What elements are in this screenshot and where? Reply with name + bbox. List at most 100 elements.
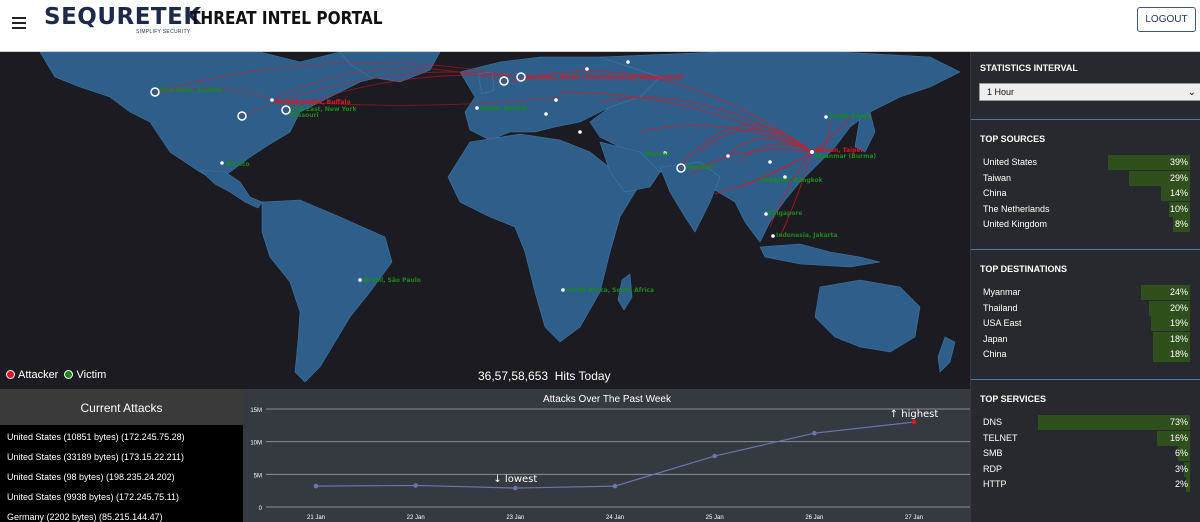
central-america-shape	[199, 169, 263, 209]
stat-name: SMB	[983, 448, 1003, 458]
map-label: USA West, Seattle	[160, 87, 222, 94]
data-point[interactable]	[413, 483, 418, 488]
y-tick-label: 0	[259, 506, 263, 512]
stat-value: 39%	[1169, 157, 1188, 167]
legend-attacker: Attacker	[18, 369, 59, 381]
stat-bar	[1038, 415, 1190, 430]
statistics-interval-title: STATISTICS INTERVAL	[980, 63, 1078, 73]
attack-row[interactable]: United States (10851 bytes) (172.245.75.…	[0, 427, 243, 447]
attack-world-map: USA West, Seattle United States, Buffalo…	[0, 52, 970, 390]
hits-count: 36,57,58,653	[478, 369, 549, 383]
x-tick-label: 27 Jan	[905, 515, 923, 521]
stat-row: USA East 19%	[979, 315, 1190, 331]
point	[561, 288, 565, 292]
stat-row: United States 39%	[979, 154, 1190, 170]
stat-name: HTTP	[983, 479, 1007, 489]
interval-select[interactable]: 1 Hour ⌄	[979, 83, 1200, 101]
stat-row: China 14%	[979, 185, 1190, 201]
stat-row: Thailand 20%	[979, 300, 1190, 316]
stat-name: Taiwan	[983, 172, 1012, 183]
stat-value: 10%	[1169, 203, 1188, 214]
data-point[interactable]	[812, 430, 817, 436]
data-point[interactable]	[313, 483, 319, 489]
sequretek-logo: SEQURETEK	[44, 4, 202, 30]
stat-name: The Netherlands	[983, 203, 1050, 214]
indonesia-shape	[759, 243, 881, 268]
attack-row[interactable]: United States (33189 bytes) (173.15.22.2…	[0, 447, 243, 467]
map-label: South Africa, South Africa	[566, 287, 654, 294]
continents	[39, 52, 961, 383]
map-label: Muscat	[645, 151, 669, 158]
stat-value: 14%	[1169, 188, 1188, 198]
lowest-annotation: ↓ lowest	[493, 474, 537, 485]
stat-name: Myanmar	[983, 287, 1021, 297]
map-legend: Attacker Victim	[6, 369, 106, 381]
map-label: Singapore	[768, 210, 802, 217]
point	[270, 98, 274, 102]
highest-annotation: ↑ highest	[890, 409, 939, 420]
attacks-week-chart: Attacks Over The Past Week 15M 10M 5M 0 21 J…	[244, 389, 970, 522]
stat-row: The Netherlands 10%	[979, 201, 1190, 217]
stat-value: 3%	[1174, 463, 1188, 474]
point	[578, 130, 582, 134]
stat-row: China 18%	[979, 346, 1190, 362]
world-map-svg: USA West, Seattle United States, Buffalo…	[39, 52, 961, 383]
legend-victim: Victim	[76, 369, 107, 381]
stat-name: USA East	[983, 318, 1022, 328]
point	[475, 106, 479, 110]
chart-svg: Attacks Over The Past Week 15M 10M 5M 0 21 J…	[250, 394, 970, 521]
data-point[interactable]	[911, 419, 917, 425]
stat-name: United Kingdom	[983, 219, 1048, 229]
stat-value: 6%	[1174, 448, 1188, 458]
stat-row: SMB 6%	[979, 445, 1190, 461]
y-tick-label: 5M	[254, 473, 262, 479]
point	[220, 161, 224, 165]
attack-row[interactable]: United States (98 bytes) (198.235.24.202…	[0, 467, 243, 487]
stat-value: 19%	[1169, 318, 1188, 328]
logout-button[interactable]: LOGOUT	[1137, 7, 1196, 32]
data-point[interactable]	[712, 453, 717, 459]
x-tick-label: 25 Jan	[706, 515, 724, 521]
stat-row: DNS 73%	[979, 414, 1190, 430]
top-services-title: TOP SERVICES	[980, 394, 1047, 404]
stat-row: Japan 18%	[979, 331, 1190, 347]
y-tick-label: 15M	[250, 408, 262, 414]
victim-dot-icon	[64, 370, 74, 379]
point	[726, 154, 730, 158]
data-point[interactable]	[612, 483, 618, 489]
point	[810, 150, 814, 154]
top-services-section: TOP SERVICES DNS 73% TELNET 16% SMB 6% RDP 3% HT…	[971, 380, 1200, 522]
stat-name: China	[983, 349, 1007, 359]
point	[554, 98, 558, 102]
stat-name: Thailand	[983, 302, 1018, 313]
attack-row[interactable]: Germany (2202 bytes) (85.215.144.47)	[0, 507, 243, 522]
stat-name: Japan	[983, 333, 1008, 344]
top-destinations-section: TOP DESTINATIONS Myanmar 24% Thailand 20% US…	[971, 250, 1200, 380]
data-point[interactable]	[513, 485, 518, 491]
attacker-dot-icon	[6, 370, 15, 379]
stat-value: 29%	[1169, 172, 1188, 183]
map-label: Germany, Berlin (Charlottenburg-Wilmersd…	[526, 74, 684, 81]
portal-title: THREAT INTEL PORTAL	[190, 8, 383, 29]
chart-title: Attacks Over The Past Week	[543, 394, 672, 405]
top-header: SEQURETEK SIMPLIFY SECURITY THREAT INTEL…	[0, 0, 1200, 52]
top-sources-title: TOP SOURCES	[980, 134, 1046, 144]
point	[626, 60, 630, 64]
stat-value: 2%	[1174, 479, 1188, 489]
stat-row: United Kingdom 8%	[979, 216, 1190, 232]
statistics-interval-section: STATISTICS INTERVAL 1 Hour ⌄	[971, 52, 1200, 120]
point	[771, 234, 775, 238]
logo-tagline: SIMPLIFY SECURITY	[136, 29, 191, 35]
point	[358, 278, 362, 282]
current-attacks-panel: Current Attacks United States (10851 byt…	[0, 389, 244, 522]
stat-row: Taiwan 29%	[979, 170, 1190, 186]
map-label: Mexico	[226, 161, 250, 168]
hamburger-menu-icon[interactable]	[12, 14, 30, 32]
stat-name: United States	[983, 157, 1038, 167]
stat-value: 24%	[1169, 287, 1188, 297]
stat-name: RDP	[983, 463, 1003, 474]
statistics-sidebar: STATISTICS INTERVAL 1 Hour ⌄ TOP SOURCES…	[970, 52, 1200, 522]
map-label: Missouri	[290, 112, 319, 119]
point	[824, 115, 828, 119]
attack-row[interactable]: United States (9938 bytes) (172.245.75.1…	[0, 487, 243, 507]
